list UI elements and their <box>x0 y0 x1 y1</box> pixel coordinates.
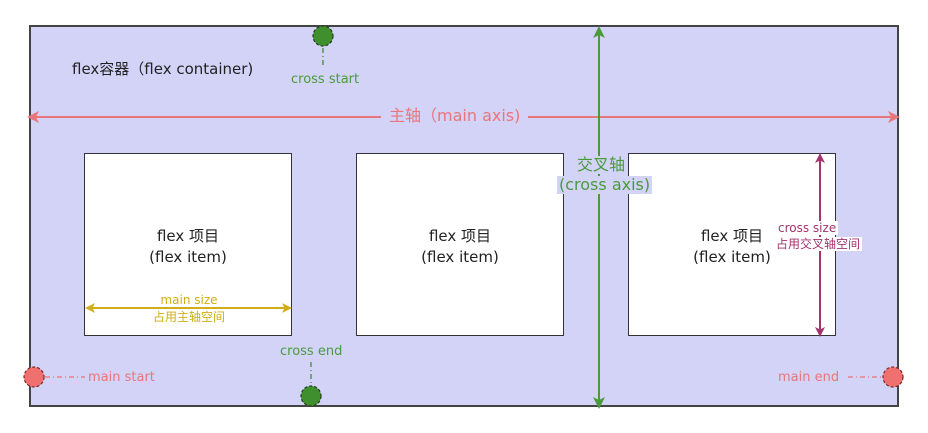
flex-diagram: flex 项目 (flex item) flex 项目 (flex item) … <box>0 0 928 433</box>
main-end-label: main end <box>778 370 840 385</box>
container-label: flex容器（flex container) <box>72 60 254 78</box>
cross-axis-label-en: (cross axis) <box>557 175 653 194</box>
cross-start-dot <box>312 25 334 47</box>
cross-start-label: cross start <box>291 72 360 87</box>
cross-axis-label: 交叉轴 <box>577 155 626 174</box>
main-axis-label: 主轴（main axis) <box>381 106 529 126</box>
main-end-dot <box>882 366 904 388</box>
cross-size-caption: 占用交叉轴空间 <box>774 237 863 251</box>
cross-end-label: cross end <box>280 344 343 359</box>
cross-size-label: cross size <box>776 221 839 235</box>
main-start-label: main start <box>88 370 155 385</box>
main-start-dot <box>23 366 45 388</box>
cross-end-dot <box>300 385 322 407</box>
main-size-label: main size <box>150 294 228 306</box>
main-size-caption: 占用主轴空间 <box>150 311 228 323</box>
